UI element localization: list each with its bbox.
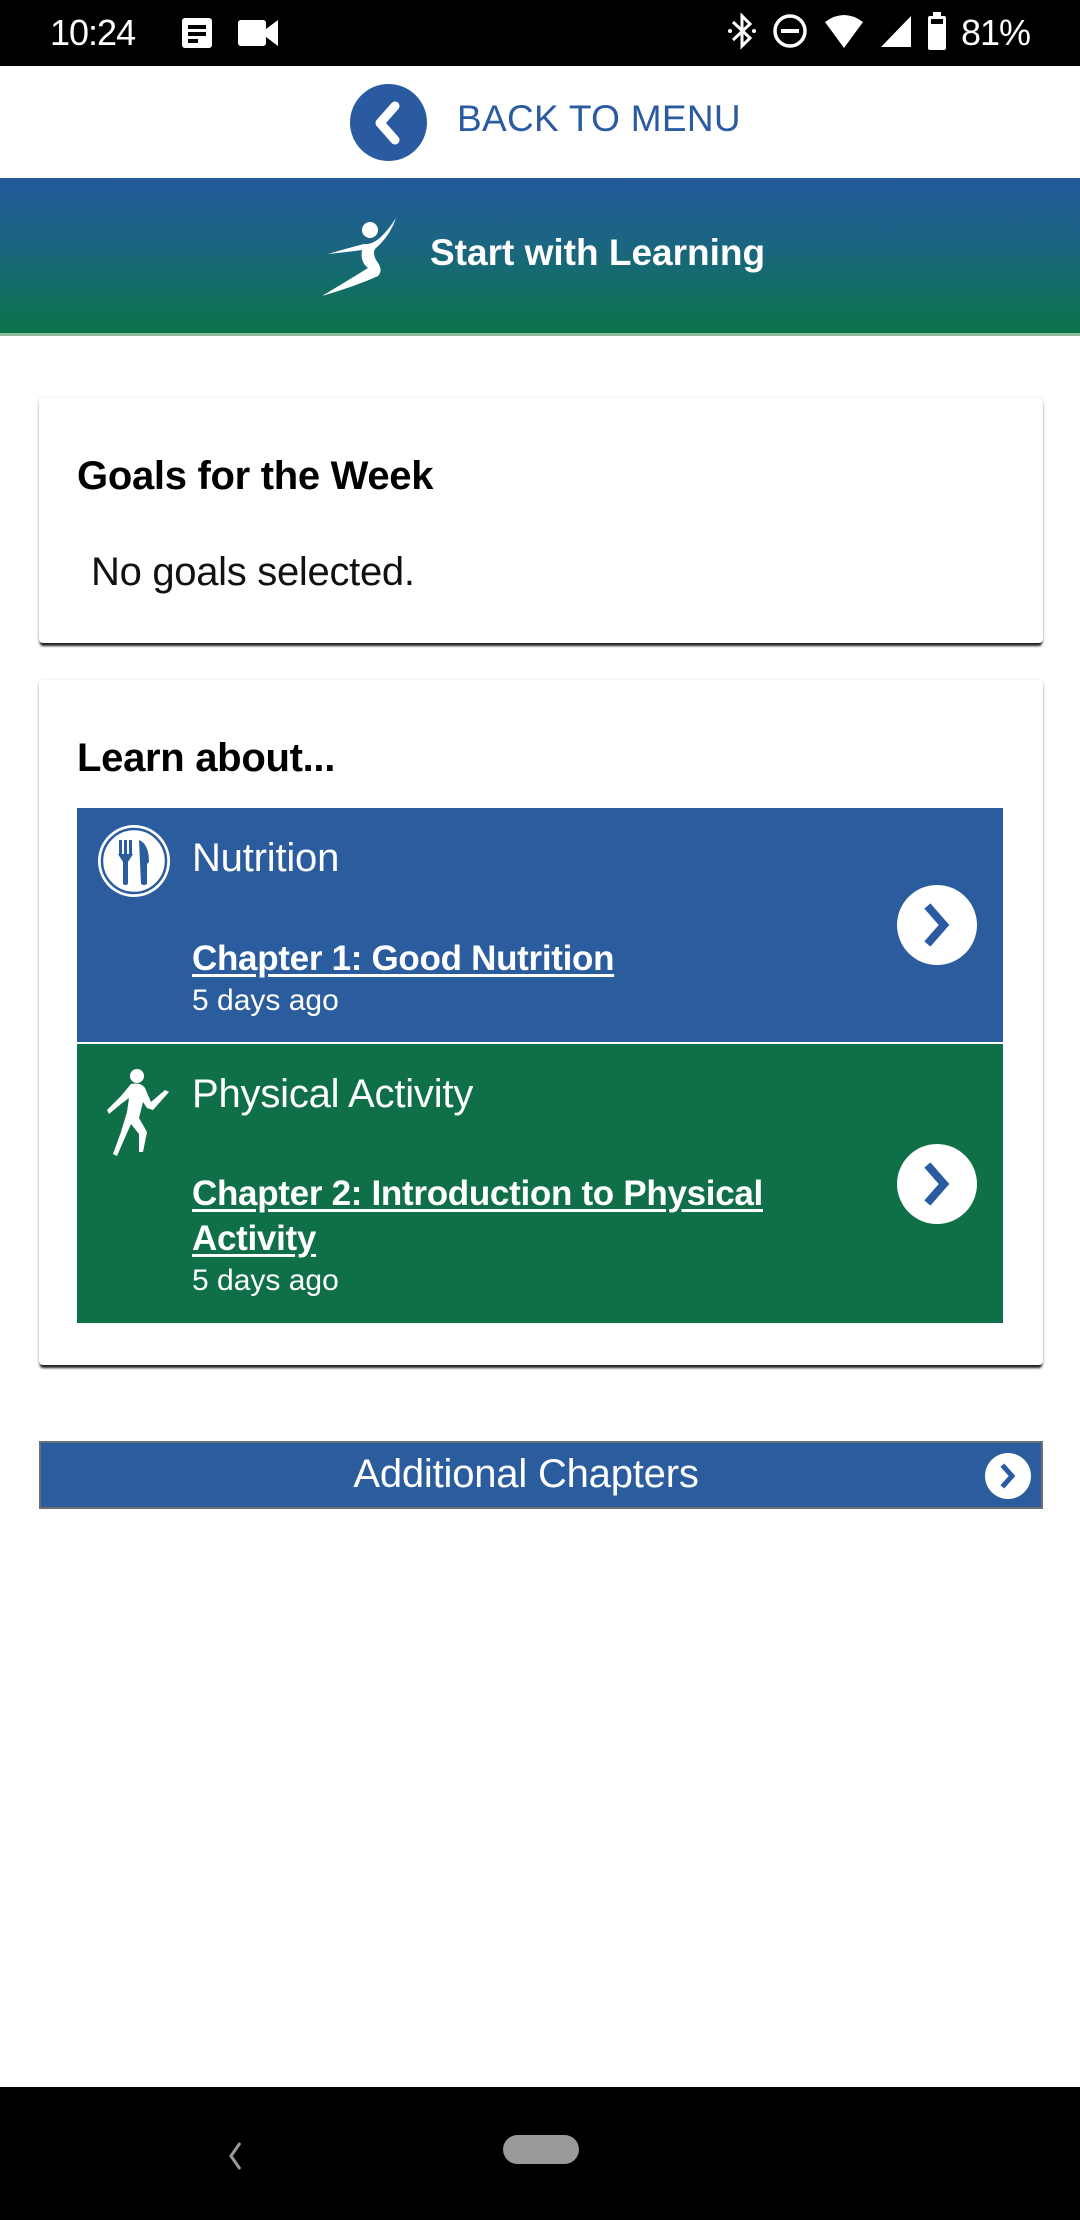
nav-home-button[interactable]	[503, 2135, 579, 2164]
back-to-menu-button[interactable]: BACK TO MENU	[0, 66, 1080, 178]
back-circle[interactable]	[350, 84, 427, 161]
chapter-link[interactable]: Chapter 2: Introduction to Physical Acti…	[192, 1171, 832, 1261]
status-icons: 81%	[727, 10, 1031, 56]
goals-card: Goals for the Week No goals selected.	[39, 398, 1043, 643]
video-camera-icon	[236, 14, 280, 57]
running-figure-icon	[95, 1066, 175, 1171]
wifi-icon	[823, 12, 865, 55]
do-not-disturb-icon	[771, 12, 809, 55]
open-nutrition-button[interactable]	[897, 885, 977, 965]
bluetooth-icon	[727, 11, 757, 56]
topic-nutrition[interactable]: Nutrition Chapter 1: Good Nutrition 5 da…	[77, 808, 1003, 1042]
leaping-figure-icon	[318, 216, 408, 303]
topic-physical-activity[interactable]: Physical Activity Chapter 2: Introductio…	[77, 1044, 1003, 1323]
topic-name: Physical Activity	[192, 1072, 474, 1116]
additional-chapters-button[interactable]: Additional Chapters	[39, 1441, 1043, 1509]
cell-signal-icon	[879, 12, 913, 55]
status-bar: 10:24 81%	[0, 0, 1080, 66]
battery-percent: 81%	[960, 12, 1031, 53]
nav-back-button[interactable]	[222, 2139, 252, 2178]
status-time: 10:24	[50, 12, 136, 53]
additional-chapters-arrow[interactable]	[985, 1453, 1031, 1499]
page-title: Start with Learning	[430, 232, 766, 273]
additional-chapters-label: Additional Chapters	[353, 1452, 699, 1496]
system-nav-bar	[0, 2087, 1080, 2220]
topic-timestamp: 5 days ago	[192, 984, 339, 1017]
fork-knife-icon	[95, 822, 173, 905]
learn-card: Learn about... Nutrition Chapter 1: Good…	[39, 680, 1043, 1365]
news-notification-icon	[180, 14, 214, 57]
page-header: Start with Learning	[0, 178, 1080, 336]
goals-title: Goals for the Week	[77, 454, 434, 498]
open-physical-activity-button[interactable]	[897, 1144, 977, 1224]
back-to-menu-label[interactable]: BACK TO MENU	[457, 98, 741, 140]
learn-title: Learn about...	[77, 736, 336, 780]
chapter-link[interactable]: Chapter 1: Good Nutrition	[192, 936, 832, 981]
topic-name: Nutrition	[192, 836, 340, 880]
goals-empty-text: No goals selected.	[91, 550, 415, 594]
battery-icon	[927, 11, 947, 56]
chevron-right-icon	[924, 1162, 950, 1206]
topic-timestamp: 5 days ago	[192, 1264, 339, 1297]
chevron-left-icon	[375, 101, 400, 145]
chevron-right-icon	[924, 903, 950, 947]
nav-back-icon	[229, 2142, 242, 2170]
chevron-right-icon	[1000, 1463, 1016, 1489]
